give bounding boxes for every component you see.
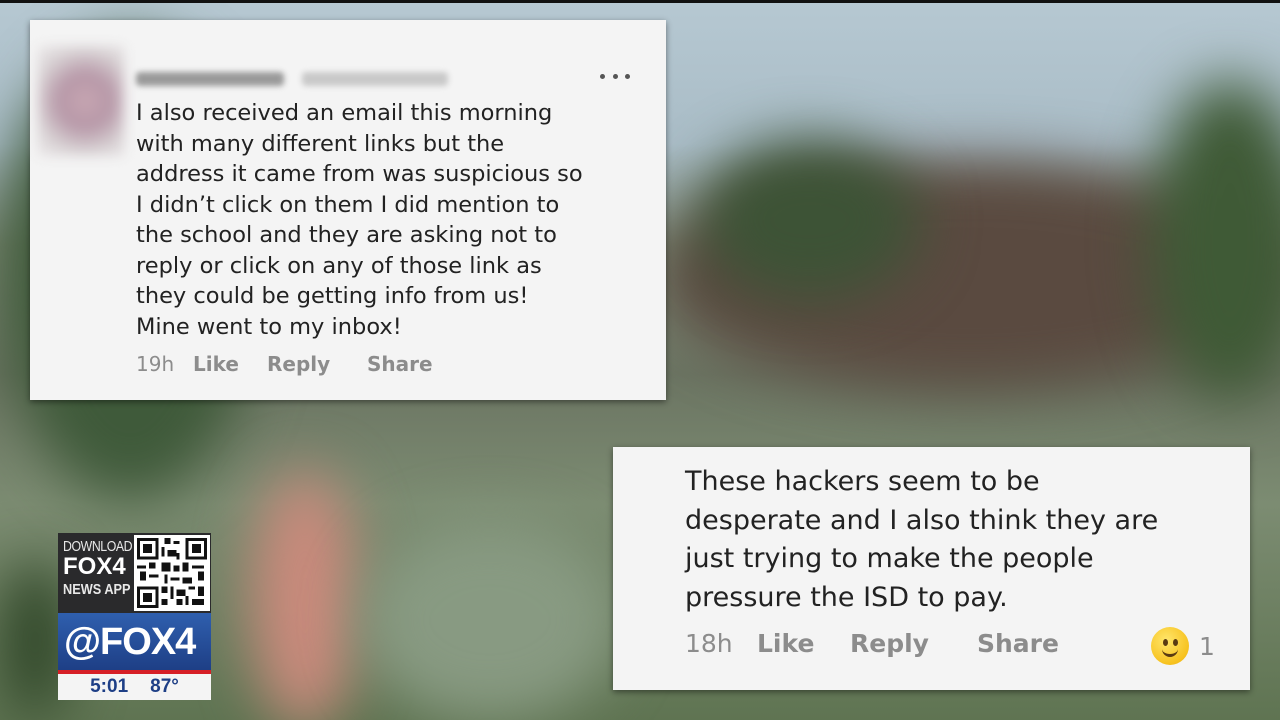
comment-line: I didn’t click on them I did mention to xyxy=(136,191,560,218)
comment-line: address it came from was suspicious so xyxy=(136,161,583,187)
avatar[interactable] xyxy=(38,46,124,156)
comment-line: with many different links but the xyxy=(136,130,505,157)
qr-code-icon xyxy=(134,535,210,611)
comment-text: I also received an email this morning wi… xyxy=(136,98,636,342)
reaction-count: 1 xyxy=(1199,631,1215,661)
reaction-summary[interactable]: 1 xyxy=(1151,627,1215,665)
comment-line: pressure the ISD to pay. xyxy=(685,581,1008,613)
comment-line: the school and they are asking not to xyxy=(136,222,557,248)
comment-timestamp: 19h xyxy=(136,352,175,376)
comment-line: desperate and I also think they are xyxy=(685,504,1159,536)
download-line-1: DOWNLOAD xyxy=(63,538,133,555)
comment-card-1: I also received an email this morning wi… xyxy=(30,20,666,400)
blurred-commenter-name[interactable] xyxy=(136,70,452,88)
time-temp-strip: 5:01 87° xyxy=(58,674,211,700)
smiley-emoji-icon xyxy=(1151,627,1189,665)
comment-line: they could be getting info from us! xyxy=(136,283,529,309)
station-bug: DOWNLOAD FOX4 NEWS APP @FOX4 5:01 87° xyxy=(58,533,211,700)
like-button[interactable]: Like xyxy=(193,352,267,376)
comment-text: These hackers seem to be desperate and I… xyxy=(685,463,1225,617)
download-line-3: NEWS APP xyxy=(63,581,131,598)
app-promo: DOWNLOAD FOX4 NEWS APP xyxy=(58,533,211,613)
comment-card-2: These hackers seem to be desperate and I… xyxy=(613,447,1250,690)
comment-actions: 19h Like Reply Share xyxy=(136,352,433,376)
comment-line: I also received an email this morning xyxy=(136,100,553,126)
clock-time: 5:01 xyxy=(90,676,129,697)
fox4-handle-banner: @FOX4 xyxy=(58,613,211,674)
comment-line: just trying to make the people xyxy=(685,543,1094,574)
more-dots-icon[interactable] xyxy=(600,70,630,82)
comment-line: Mine went to my inbox! xyxy=(136,313,402,340)
comment-timestamp: 18h xyxy=(685,629,733,658)
share-button[interactable]: Share xyxy=(977,629,1073,658)
comment-line: These hackers seem to be xyxy=(685,466,1040,497)
top-edge-bar xyxy=(0,0,1280,3)
reply-button[interactable]: Reply xyxy=(267,352,367,376)
share-button[interactable]: Share xyxy=(367,352,433,376)
comment-actions: 18h Like Reply Share xyxy=(685,629,1225,658)
reply-button[interactable]: Reply xyxy=(850,629,977,658)
temperature: 87° xyxy=(150,676,179,697)
social-handle: @FOX4 xyxy=(64,621,196,663)
comment-line: reply or click on any of those link as xyxy=(136,252,542,279)
like-button[interactable]: Like xyxy=(757,629,850,658)
